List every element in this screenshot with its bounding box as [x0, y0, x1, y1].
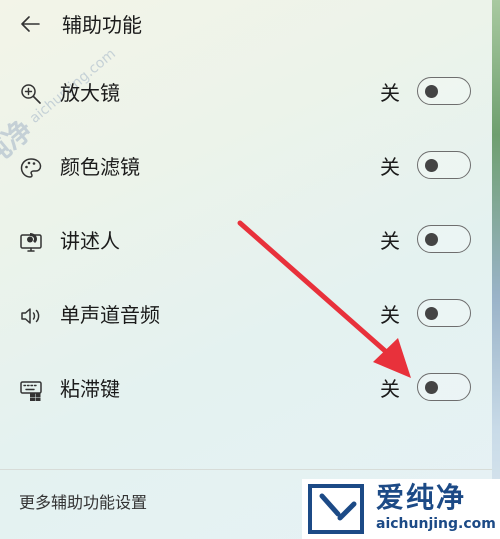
mono-audio-icon: [18, 303, 44, 329]
color-filter-icon: [18, 155, 44, 181]
toggle-knob: [425, 84, 438, 98]
back-arrow-icon: [20, 16, 40, 36]
narrator-toggle[interactable]: [417, 225, 471, 253]
toggle-knob: [425, 306, 438, 320]
watermark-url: aichunjing.com: [376, 516, 496, 532]
watermark-logo-icon: [308, 484, 364, 534]
magnifier-icon: [18, 81, 44, 107]
mono-audio-toggle[interactable]: [417, 299, 471, 327]
toggle-state-label: 关: [380, 303, 400, 327]
setting-label: 讲述人: [60, 229, 120, 253]
toggle-knob: [425, 232, 438, 246]
color-filters-toggle[interactable]: [417, 151, 471, 179]
toggle-state-label: 关: [380, 155, 400, 179]
back-button[interactable]: [14, 11, 46, 41]
toggle-state-label: 关: [380, 229, 400, 253]
toggle-state-label: 关: [380, 81, 400, 105]
background-edge: [492, 0, 500, 539]
setting-row-color-filters: 颜色滤镜 关: [0, 139, 492, 195]
page-title: 辅助功能: [62, 13, 142, 37]
toggle-state-label: 关: [380, 377, 400, 401]
more-accessibility-settings-link[interactable]: 更多辅助功能设置: [19, 492, 147, 514]
setting-label: 放大镜: [60, 81, 120, 105]
sticky-keys-toggle[interactable]: [417, 373, 471, 401]
panel-header: 辅助功能: [0, 0, 492, 52]
footer-divider: [0, 469, 492, 470]
magnifier-toggle[interactable]: [417, 77, 471, 105]
setting-row-mono-audio: 单声道音频 关: [0, 287, 492, 343]
watermark-brand: 爱纯净: [376, 481, 467, 514]
toggle-knob: [425, 380, 438, 394]
setting-row-sticky-keys: 粘滞键 关: [0, 361, 492, 417]
setting-label: 粘滞键: [60, 377, 120, 401]
setting-label: 单声道音频: [60, 303, 160, 327]
sticky-keys-icon: [18, 377, 44, 403]
watermark-badge: 爱纯净 aichunjing.com: [302, 479, 500, 539]
narrator-icon: [18, 229, 44, 255]
toggle-knob: [425, 158, 438, 172]
setting-row-narrator: 讲述人 关: [0, 213, 492, 269]
setting-row-magnifier: 放大镜 关: [0, 65, 492, 121]
setting-label: 颜色滤镜: [60, 155, 140, 179]
